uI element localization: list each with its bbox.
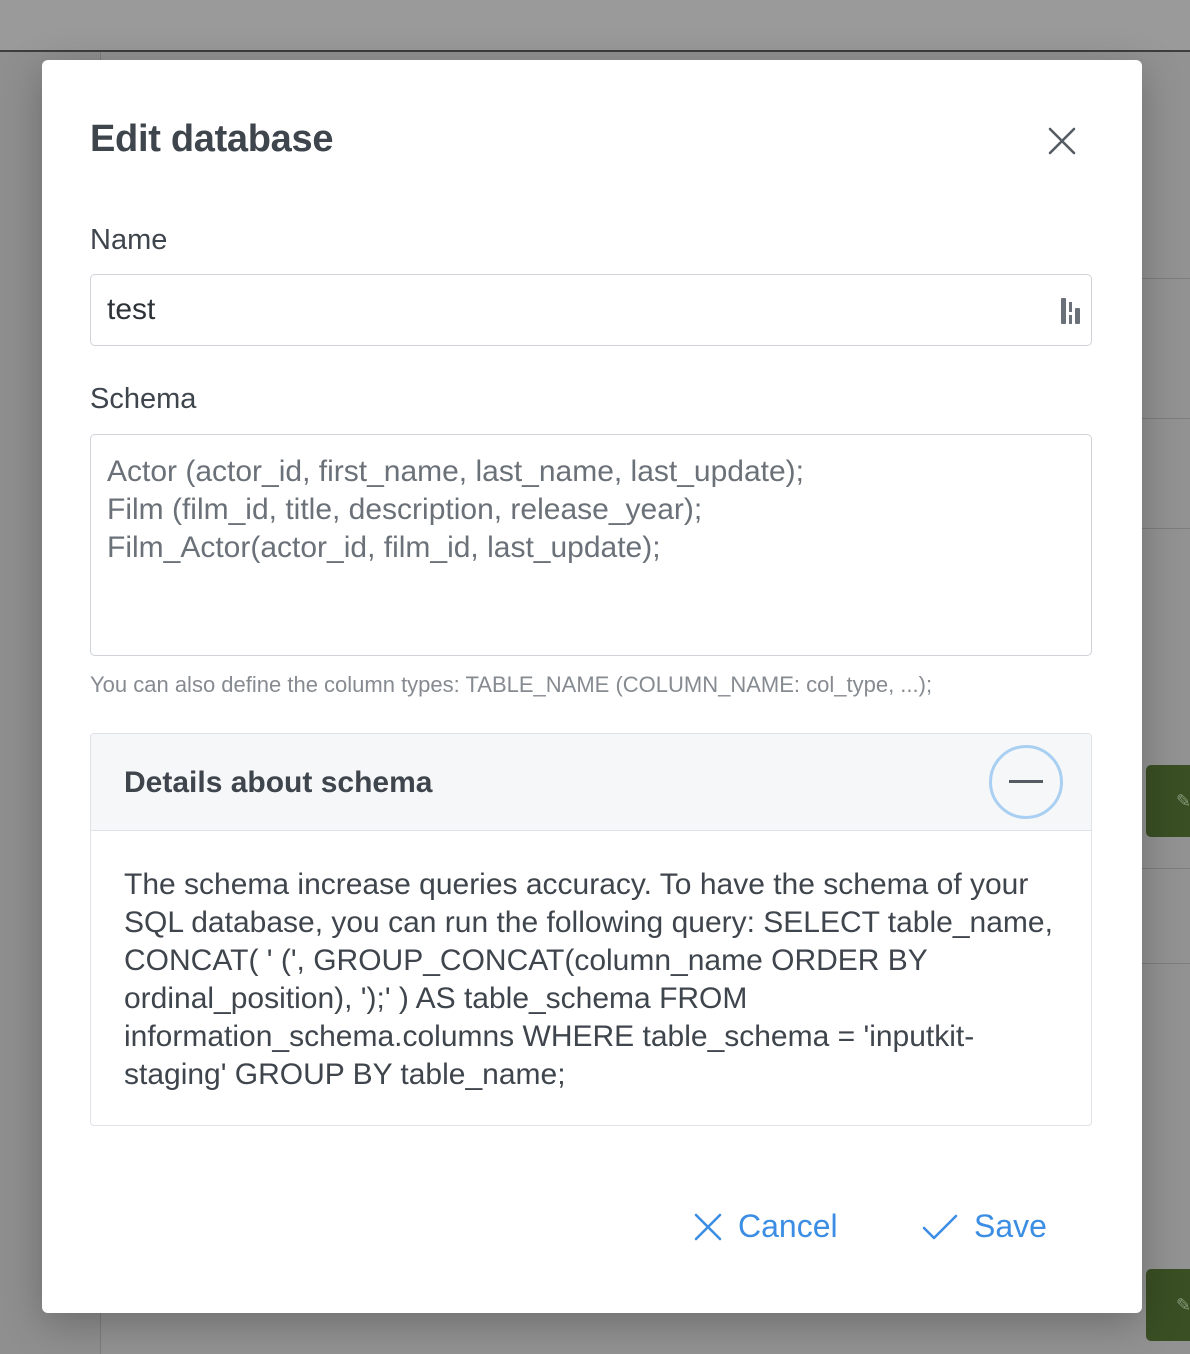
background-topbar [0, 0, 1190, 52]
schema-hint: You can also define the column types: TA… [90, 672, 933, 697]
check-icon [922, 1214, 958, 1239]
details-header[interactable]: Details about schema [91, 734, 1091, 831]
x-icon [694, 1213, 722, 1240]
schema-label: Schema [90, 383, 197, 415]
minus-icon [1009, 780, 1043, 783]
schema-field-wrapper: Actor (actor_id, first_name, last_name, … [90, 434, 1092, 656]
details-body: The schema increase queries accuracy. To… [124, 868, 1053, 1091]
edit-database-modal: Edit database Name Schema Actor (actor_i… [42, 60, 1142, 1313]
edit-icon: ✎ [1176, 1295, 1190, 1315]
modal-title: Edit database [90, 118, 334, 160]
save-label: Save [974, 1208, 1047, 1244]
schema-details-panel: Details about schema The schema increase… [90, 733, 1092, 1126]
close-button[interactable] [1038, 120, 1086, 162]
save-button[interactable]: Save [922, 1208, 1047, 1245]
details-title: Details about schema [124, 766, 433, 799]
name-field-wrapper [90, 274, 1092, 346]
cancel-button[interactable]: Cancel [694, 1208, 838, 1245]
close-icon [1048, 127, 1076, 155]
collapse-button[interactable] [989, 745, 1063, 819]
edit-icon: ✎ [1176, 791, 1190, 811]
background-edit-button: ✎ [1146, 1269, 1190, 1341]
name-label: Name [90, 224, 168, 256]
password-manager-icon[interactable] [1059, 296, 1083, 326]
schema-textarea[interactable]: Actor (actor_id, first_name, last_name, … [107, 453, 1067, 643]
name-input[interactable] [107, 275, 1047, 345]
cancel-label: Cancel [738, 1208, 838, 1244]
background-edit-button: ✎ [1146, 765, 1190, 837]
